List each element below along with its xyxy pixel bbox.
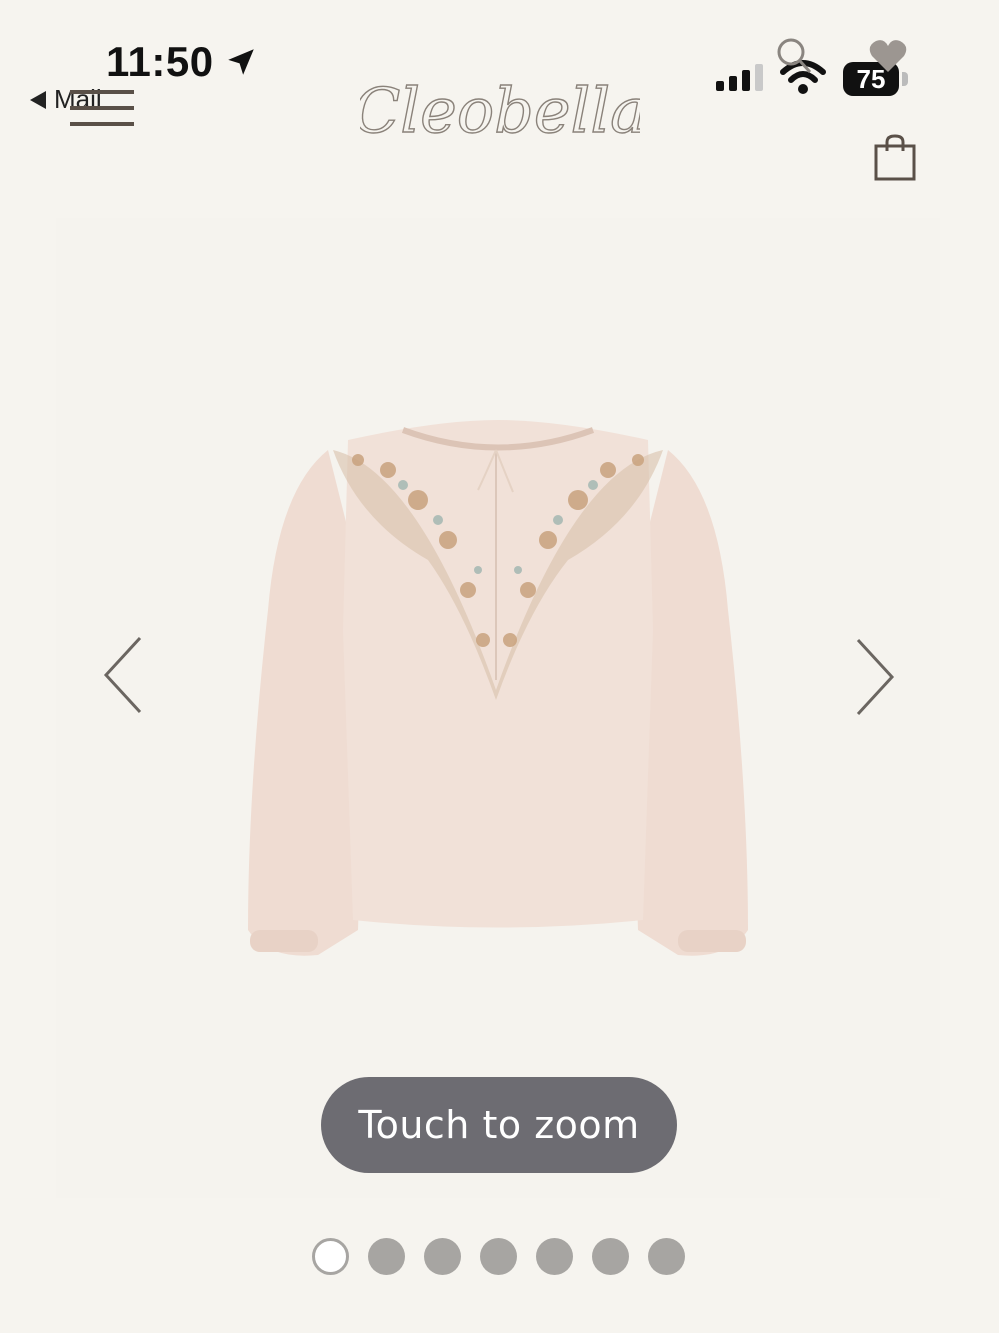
touch-to-zoom-hint[interactable]: Touch to zoom: [321, 1077, 677, 1173]
search-icon[interactable]: [774, 36, 814, 81]
zoom-hint-text: Touch to zoom: [358, 1103, 640, 1147]
pagination-dot-4[interactable]: [480, 1238, 517, 1275]
status-time-text: 11:50: [106, 38, 214, 85]
pagination-dot-3[interactable]: [424, 1238, 461, 1275]
heart-icon[interactable]: [868, 38, 908, 79]
menu-icon[interactable]: [70, 86, 134, 130]
brand-logo-text: Cleobella: [360, 74, 640, 147]
shopping-bag-icon[interactable]: [872, 134, 918, 187]
pagination-dot-1[interactable]: [312, 1238, 349, 1275]
product-image[interactable]: [238, 410, 758, 970]
cellular-signal-icon: [716, 64, 763, 91]
status-time: 11:50: [106, 38, 258, 86]
brand-logo[interactable]: Cleobella: [352, 58, 648, 158]
gallery-pagination: [312, 1238, 685, 1275]
back-triangle-icon: [30, 90, 46, 109]
previous-image-button[interactable]: [100, 634, 146, 721]
location-arrow-icon: [227, 49, 254, 75]
pagination-dot-2[interactable]: [368, 1238, 405, 1275]
pagination-dot-6[interactable]: [592, 1238, 629, 1275]
next-image-button[interactable]: [852, 636, 898, 723]
pagination-dot-5[interactable]: [536, 1238, 573, 1275]
pagination-dot-7[interactable]: [648, 1238, 685, 1275]
